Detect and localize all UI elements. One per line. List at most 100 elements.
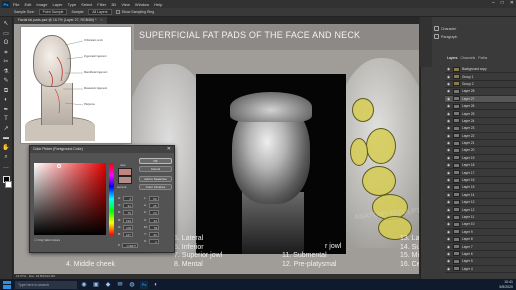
visibility-eye-icon[interactable]: ◉ [447,141,451,145]
visibility-eye-icon[interactable]: ◉ [447,104,451,108]
yellow-field[interactable]: Y: 43 [144,232,159,237]
maximize-button[interactable]: □ [501,0,504,6]
tab-channels[interactable]: Channels [461,56,476,60]
file-explorer-icon[interactable]: ▣ [92,281,100,289]
lab-l-field[interactable]: L: 63 [144,196,159,201]
visibility-eye-icon[interactable]: ◉ [447,148,451,152]
visibility-eye-icon[interactable]: ◉ [447,82,451,86]
show-ring-toggle[interactable]: Show Sampling Ring [115,10,154,15]
brightness-field[interactable]: B: 76 [118,210,133,215]
layer-row[interactable]: ◉ Background copy [445,66,516,74]
menu-window[interactable]: Window [135,2,149,7]
sample-size-select[interactable]: Point Sample [38,9,68,15]
visibility-eye-icon[interactable]: ◉ [447,163,451,167]
lab-a-field[interactable]: a: 25 [144,203,159,208]
menu-view[interactable]: View [121,2,130,7]
hue-field[interactable]: H: 4 [118,196,133,201]
menu-file[interactable]: File [13,2,19,7]
zoom-level[interactable]: 16.67% [16,274,26,278]
lab-b-field[interactable]: b: 13 [144,210,159,215]
layer-row[interactable]: ◉ Layer 5 [445,258,516,266]
zoom-tool-icon[interactable]: ⌕ [2,153,10,161]
tab-paths[interactable]: Paths [478,56,487,60]
hex-field[interactable]: # c1847f [118,243,138,248]
sample-select[interactable]: All Layers [88,9,112,15]
minimize-button[interactable]: – [492,0,495,6]
more-tools-icon[interactable]: … [2,163,10,171]
visibility-eye-icon[interactable]: ◉ [447,89,451,93]
layer-row[interactable]: ◉ Layer 20 [445,147,516,155]
layer-row[interactable]: ◉ Layer 21 [445,140,516,148]
layer-row[interactable]: ◉ Layer 18 [445,162,516,170]
layer-row[interactable]: ◉ Layer 25 [445,110,516,118]
visibility-eye-icon[interactable]: ◉ [447,208,451,212]
slice-tool-icon[interactable]: ✂ [2,58,10,66]
menu-edit[interactable]: Edit [24,2,31,7]
menu-type[interactable]: Type [68,2,77,7]
layer-row[interactable]: ◉ Layer 13 [445,199,516,207]
tab-layers[interactable]: Layers [447,56,458,60]
only-web-colors-checkbox[interactable]: ☐ Only Web Colors [34,238,60,242]
visibility-eye-icon[interactable]: ◉ [447,252,451,256]
visibility-eye-icon[interactable]: ◉ [447,200,451,204]
layer-row[interactable]: ◉ Layer 24 [445,118,516,126]
lasso-tool-icon[interactable]: ʘ [2,39,10,47]
visibility-eye-icon[interactable]: ◉ [447,67,451,71]
layer-row[interactable]: ◉ Layer 15 [445,184,516,192]
hand-tool-icon[interactable]: ✋ [2,144,10,152]
taskbar-search[interactable]: Type here to search [15,280,77,289]
layer-row[interactable]: ◉ Group 2 [445,81,516,89]
browser-icon[interactable]: ◍ [128,281,136,289]
layer-row[interactable]: ◉ Layer 19 [445,155,516,163]
cyan-field[interactable]: C: 22 [144,218,159,223]
pen-tool-icon[interactable]: ✒ [2,106,10,114]
layer-row[interactable]: ◉ Layer 11 [445,214,516,222]
paragraph-panel-button[interactable]: Paragraph [434,34,457,39]
visibility-eye-icon[interactable]: ◉ [447,134,451,138]
layer-row[interactable]: ◉ Layer 17 [445,169,516,177]
menu-select[interactable]: Select [81,2,92,7]
hue-slider[interactable] [109,163,114,235]
green-field[interactable]: G: 132 [118,225,134,230]
ok-button[interactable]: OK [139,158,172,164]
black-field[interactable]: K: 1 [144,239,159,244]
close-tab-icon[interactable]: × [100,18,102,22]
layer-row[interactable]: ◉ Layer 16 [445,177,516,185]
marquee-tool-icon[interactable]: ▭ [2,30,10,38]
app-icon[interactable]: ◐ [152,281,160,289]
menu-image[interactable]: Image [36,2,47,7]
menu-layer[interactable]: Layer [52,2,62,7]
blue-field[interactable]: B: 127 [118,232,133,237]
menu-help[interactable]: Help [154,2,162,7]
visibility-eye-icon[interactable]: ◉ [447,193,451,197]
saturation-brightness-field[interactable] [34,163,106,235]
visibility-eye-icon[interactable]: ◉ [447,171,451,175]
type-tool-icon[interactable]: T [2,115,10,123]
clone-stamp-tool-icon[interactable]: ⧉ [2,87,10,95]
photoshop-taskbar-icon[interactable]: Ps [140,280,148,289]
system-clock[interactable]: 10:41 5/5/2020 [499,280,513,289]
task-view-icon[interactable]: ◉ [80,281,88,289]
visibility-eye-icon[interactable]: ◉ [447,185,451,189]
layer-row[interactable]: ◉ Layer 6 [445,251,516,259]
saturation-field[interactable]: S: 34 [118,203,133,208]
visibility-eye-icon[interactable]: ◉ [447,215,451,219]
mail-icon[interactable]: ✉ [116,281,124,289]
store-icon[interactable]: ◆ [104,281,112,289]
visibility-eye-icon[interactable]: ◉ [447,222,451,226]
eyedropper-tool-icon[interactable]: ⚗ [2,68,10,76]
layer-row[interactable]: ◉ Layer 8 [445,236,516,244]
move-tool-icon[interactable]: ↖ [2,20,10,28]
menu-3d[interactable]: 3D [111,2,116,7]
menu-filter[interactable]: Filter [97,2,106,7]
visibility-eye-icon[interactable]: ◉ [447,237,451,241]
visibility-eye-icon[interactable]: ◉ [447,267,451,271]
color-libraries-button[interactable]: Color Libraries [139,184,172,190]
crop-tool-icon[interactable]: ⌗ [2,49,10,57]
visibility-eye-icon[interactable]: ◉ [447,97,451,101]
current-color-swatch[interactable] [118,176,132,184]
color-picker-titlebar[interactable]: Color Picker (Foreground Color) ✕ [30,146,174,153]
red-field[interactable]: R: 193 [118,218,133,223]
layer-row[interactable]: ◉ Layer 10 [445,221,516,229]
brush-tool-icon[interactable]: ✎ [2,77,10,85]
